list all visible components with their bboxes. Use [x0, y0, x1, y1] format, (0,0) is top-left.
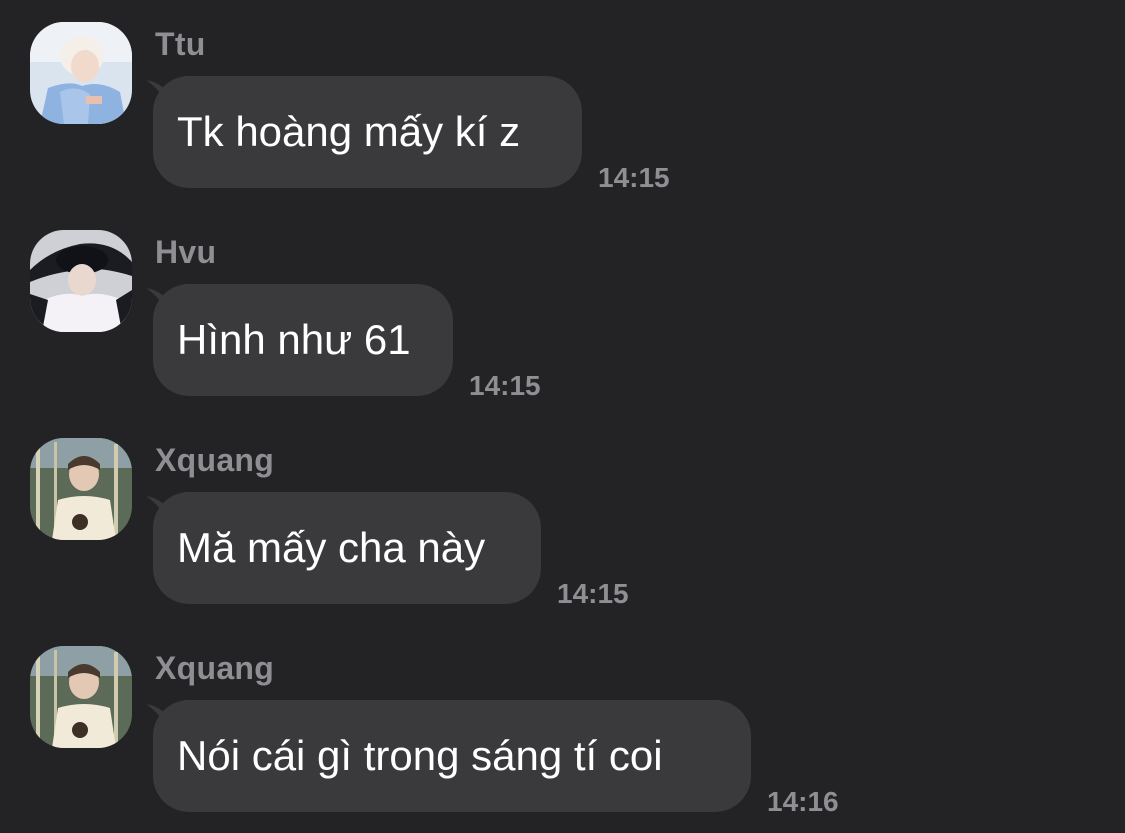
- sender-name: Ttu: [155, 26, 206, 62]
- sender-name: Xquang: [155, 442, 275, 478]
- avatar[interactable]: [30, 646, 132, 748]
- message-row: Xquang Nói cái gì trong sáng tí coi 14:1…: [0, 624, 1125, 832]
- message-text: Tk hoàng mấy kí z: [177, 108, 521, 155]
- avatar[interactable]: [30, 230, 132, 332]
- message-time: 14:15: [598, 162, 670, 193]
- sender-name: Hvu: [155, 234, 217, 270]
- message-row: Xquang Mă mấy cha này 14:15: [0, 416, 1125, 624]
- message-time: 14:15: [557, 578, 629, 609]
- message-time: 14:15: [469, 370, 541, 401]
- avatar[interactable]: [30, 22, 132, 124]
- chat-thread: Ttu Tk hoàng mấy kí z 14:15 Hvu Hình như…: [0, 0, 1125, 833]
- message-text: Nói cái gì trong sáng tí coi: [177, 732, 663, 779]
- message-row: Hvu Hình như 61 14:15: [0, 208, 1125, 416]
- message-text: Hình như 61: [177, 316, 411, 363]
- message-text: Mă mấy cha này: [177, 524, 486, 571]
- message-time: 14:16: [767, 786, 839, 817]
- avatar[interactable]: [30, 438, 132, 540]
- message-bubble[interactable]: Hình như 61: [153, 284, 453, 396]
- sender-name: Xquang: [155, 650, 275, 686]
- message-bubble[interactable]: Mă mấy cha này: [153, 492, 541, 604]
- message-row: Ttu Tk hoàng mấy kí z 14:15: [0, 0, 1125, 208]
- message-bubble[interactable]: Tk hoàng mấy kí z: [153, 76, 582, 188]
- message-bubble[interactable]: Nói cái gì trong sáng tí coi: [153, 700, 751, 812]
